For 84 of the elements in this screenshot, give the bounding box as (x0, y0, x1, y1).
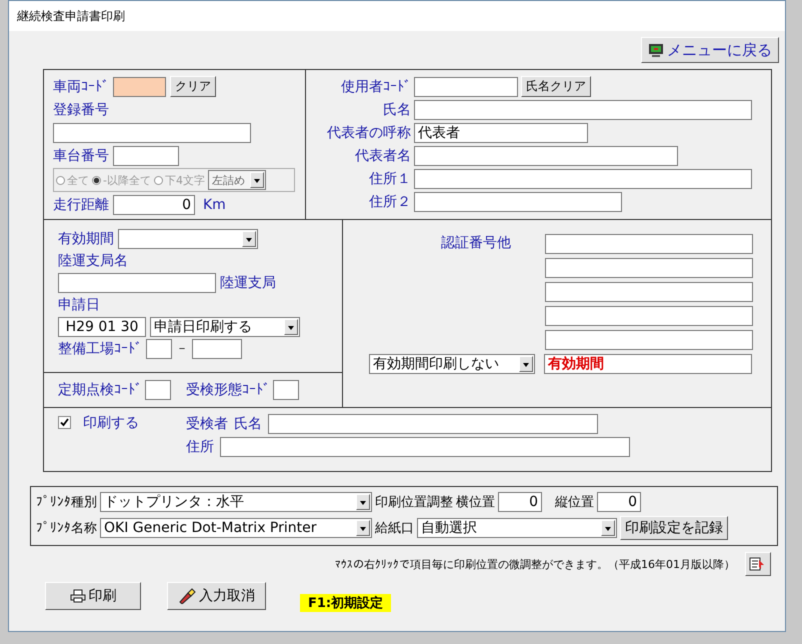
transport-office-field[interactable] (58, 272, 216, 292)
exam-type-code-field[interactable] (273, 380, 299, 400)
chassis-number-label: 車台番号 (53, 146, 109, 164)
window-title: 継続検査申請書印刷 (17, 8, 125, 24)
vehicle-code-field[interactable] (113, 76, 166, 96)
transport-office-label: 陸運支局名 (58, 252, 128, 270)
user-field-label: 住所１ (368, 170, 411, 188)
printer-name-label: ﾌﾟﾘﾝﾀ名称 (36, 520, 97, 537)
mileage-unit: Km (203, 196, 226, 212)
user-field-label: 住所２ (368, 192, 411, 210)
transport-office-suffix: 陸運支局 (220, 274, 276, 292)
checkmark-icon (60, 418, 69, 427)
adjustment-note: ﾏｳｽの右ｸﾘｯｸで項目毎に印刷位置の微調整ができます。（平成16年01月版以降） (335, 556, 735, 572)
save-print-settings-button[interactable]: 印刷設定を記録 (620, 516, 728, 540)
printer-icon (70, 589, 86, 603)
validity-period-label: 有効期間 (58, 230, 114, 248)
examinee-address-label: 住所 (186, 438, 214, 456)
vehicle-code-label: 車両ｺｰﾄﾞ (53, 78, 109, 96)
eraser-pen-icon (178, 588, 196, 604)
user-field-label: 代表者の呼称 (326, 124, 411, 142)
document-arrow-icon (749, 556, 765, 572)
radio-label: 下4文字 (164, 172, 205, 188)
chassis-number-field[interactable] (113, 146, 179, 166)
radio-label: -以降全て (103, 172, 151, 188)
dash-separator: － (176, 340, 188, 357)
user-field-label: 氏名 (382, 100, 411, 118)
user-input-field[interactable] (414, 100, 752, 120)
user-code-label: 使用者ｺｰﾄﾞ (340, 78, 411, 96)
print-checkbox[interactable] (58, 416, 71, 429)
radio-button[interactable] (92, 176, 101, 184)
validity-print-dropdown[interactable]: 有効期間印刷しない (369, 354, 535, 374)
examinee-address-field[interactable] (220, 437, 630, 457)
clear-name-button[interactable]: 氏名クリア (521, 76, 591, 97)
paper-tray-label: 給紙口 (375, 520, 414, 537)
validity-period-dropdown[interactable] (118, 228, 258, 248)
mileage-label: 走行距離 (53, 196, 109, 214)
paper-tray-dropdown[interactable]: 自動選択 (417, 518, 617, 538)
vertical-position-field[interactable]: 0 (597, 492, 641, 512)
periodic-inspection-code-field[interactable] (145, 380, 171, 400)
garage-code-field[interactable] (192, 338, 242, 358)
back-to-menu-button[interactable]: メニューに戻る (641, 37, 779, 63)
registration-number-label: 登録番号 (53, 100, 109, 118)
certification-number-field[interactable] (545, 282, 753, 302)
print-position-label: 印刷位置調整 (375, 494, 453, 511)
examinee-name-label: 氏名 (234, 415, 262, 433)
garage-code-label: 整備工場ｺｰﾄﾞ (58, 340, 142, 358)
certification-number-label: 認証番号他 (440, 234, 512, 253)
user-input-field[interactable] (414, 192, 622, 212)
cancel-input-button[interactable]: 入力取消 (167, 582, 266, 610)
horizontal-position-field[interactable]: 0 (498, 492, 542, 512)
examinee-name-field[interactable] (268, 414, 598, 434)
date-print-dropdown[interactable]: 申請日印刷する (150, 316, 300, 336)
radio-button[interactable] (154, 176, 163, 184)
clear-button[interactable]: クリア (170, 76, 216, 97)
certification-number-field[interactable] (545, 258, 753, 278)
radio-label: 全て (67, 172, 89, 188)
examinee-label: 受検者 (186, 415, 228, 433)
vertical-position-label: 縦位置 (555, 494, 594, 511)
horizontal-position-label: 横位置 (456, 494, 495, 511)
position-adjust-button[interactable] (745, 552, 771, 576)
user-input-field[interactable] (414, 168, 752, 188)
monitor-icon (648, 42, 664, 58)
print-checkbox-label[interactable]: 印刷する (83, 414, 139, 432)
certification-number-field[interactable] (545, 306, 753, 326)
application-date-label: 申請日 (58, 296, 100, 314)
user-field-label: 代表者名 (354, 146, 411, 164)
user-input-field[interactable] (414, 146, 678, 166)
garage-code-field[interactable] (146, 338, 172, 358)
shortcut-hint: F1:初期設定 (300, 594, 392, 612)
printer-name-dropdown[interactable]: OKI Generic Dot-Matrix Printer (100, 518, 372, 538)
user-input-field[interactable]: 代表者 (414, 122, 588, 142)
validity-period-field[interactable]: 有効期間 (544, 354, 752, 374)
printer-type-dropdown[interactable]: ドットプリンタ：水平 (100, 492, 372, 512)
user-code-field[interactable] (414, 76, 518, 96)
printer-type-label: ﾌﾟﾘﾝﾀ種別 (36, 494, 97, 511)
mileage-field[interactable]: 0 (113, 194, 195, 214)
periodic-inspection-code-label: 定期点検ｺｰﾄﾞ (58, 381, 142, 399)
radio-button[interactable] (56, 176, 65, 184)
registration-number-field[interactable] (53, 122, 251, 142)
exam-type-code-label: 受検形態ｺｰﾄﾞ (186, 381, 270, 399)
certification-number-field[interactable] (545, 234, 753, 254)
print-button[interactable]: 印刷 (45, 582, 141, 610)
application-date-field[interactable]: H29 01 30 (58, 316, 146, 336)
certification-number-field[interactable] (545, 330, 753, 350)
